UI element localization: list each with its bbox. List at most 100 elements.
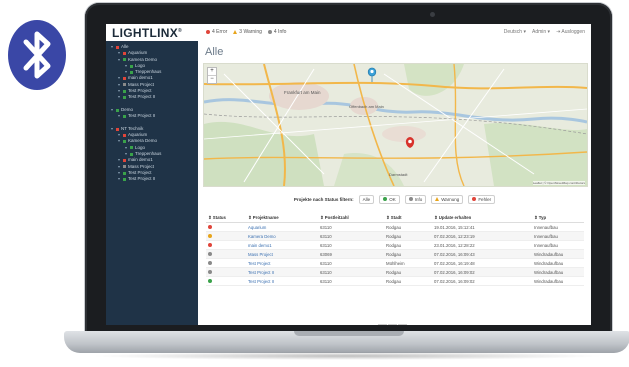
status-dot-icon xyxy=(208,260,212,265)
map-attribution[interactable]: Leaflet | © OpenStreetMap contributors xyxy=(532,181,585,185)
language-select[interactable]: Deutsch ▾ xyxy=(504,29,526,35)
status-dot-icon xyxy=(208,278,212,283)
status-dot-icon xyxy=(208,242,212,247)
map-label-frankfurt: Frankfurt am Main xyxy=(284,90,321,95)
status-cell xyxy=(206,240,246,250)
name-cell[interactable]: Test Project xyxy=(246,258,318,268)
expand-caret-icon[interactable]: ▾ xyxy=(117,176,121,182)
name-cell[interactable]: Test Project II xyxy=(246,267,318,277)
filter-ok[interactable]: OK xyxy=(379,194,400,204)
status-dot-icon xyxy=(208,233,212,238)
type-cell: Windradaufbau xyxy=(532,258,584,268)
project-tree: ▾ Alle ▾ Aquarium ▾ Kamera Demo ▾ Logo ▾ Treppenh… xyxy=(106,41,198,183)
status-square-icon xyxy=(123,51,126,55)
account-menu[interactable]: Admin ▾ xyxy=(532,29,550,35)
updated-cell: 07.02.2016, 12:23:19 xyxy=(432,231,532,241)
table-row[interactable]: Test Project 63110 Mühlheim 07.02.2016, 16:… xyxy=(206,258,584,268)
main-content: Alle Frankfurt am Main Offenbach am Main… xyxy=(198,41,591,325)
status-dot-icon xyxy=(208,269,212,274)
col-updated[interactable]: ⇕ Update erhalten xyxy=(432,213,532,223)
expand-caret-icon[interactable]: ▾ xyxy=(117,94,121,100)
info-count[interactable]: 4 Info xyxy=(267,29,286,35)
city-cell: Mühlheim xyxy=(384,258,432,268)
table-row[interactable]: Test Project II 63110 Rodgau 07.02.2016, 16… xyxy=(206,267,584,277)
col-type[interactable]: ⇕ Typ xyxy=(532,213,584,223)
city-cell: Rodgau xyxy=(384,222,432,232)
info-icon xyxy=(408,197,413,201)
map-tiles[interactable]: Frankfurt am Main Offenbach am Main Darm… xyxy=(204,64,587,186)
user-menu: Deutsch ▾ Admin ▾ ⇥ Ausloggen xyxy=(504,29,585,35)
status-cell xyxy=(206,258,246,268)
error-count[interactable]: 4 Error xyxy=(206,29,227,35)
status-square-icon xyxy=(116,127,119,131)
webcam xyxy=(430,12,435,17)
expand-caret-icon[interactable]: ▾ xyxy=(117,113,121,119)
city-cell: Rodgau xyxy=(384,240,432,250)
updated-cell: 07.02.2016, 16:19:48 xyxy=(432,258,532,268)
name-cell[interactable]: Test Project II xyxy=(246,276,318,286)
table-row[interactable]: Kamera Demo 63110 Rodgau 07.02.2016, 12:23:… xyxy=(206,231,584,241)
zip-cell: 63110 xyxy=(318,231,384,241)
brand-logo[interactable]: LIGHTLINX® xyxy=(112,26,182,40)
updated-cell: 07.02.2016, 16:09:43 xyxy=(432,249,532,259)
name-cell[interactable]: Mass Project xyxy=(246,249,318,259)
table-row[interactable]: Aquarium 63110 Rodgau 19.01.2016, 15:12:41 I… xyxy=(206,222,584,232)
col-status[interactable]: ⇕ Status xyxy=(206,213,246,223)
tree-item-label: Test Project II xyxy=(128,94,156,100)
status-square-icon xyxy=(123,114,126,118)
map-label-offenbach: Offenbach am Main xyxy=(349,104,384,109)
zoom-out-button[interactable]: − xyxy=(208,76,216,83)
table-row[interactable]: Test Project II 63110 Rodgau 07.02.2016, 16… xyxy=(206,276,584,286)
warning-count[interactable]: 3 Warning xyxy=(233,29,262,35)
status-cell xyxy=(206,276,246,286)
col-city[interactable]: ⇕ Stadt xyxy=(384,213,432,223)
laptop-shadow xyxy=(90,352,605,360)
project-table: ⇕ Status ⇕ Projektname ⇕ Postleitzahl ⇕ … xyxy=(206,213,584,286)
status-cell xyxy=(206,222,246,232)
status-square-icon xyxy=(123,89,126,93)
filter-error[interactable]: Fehler xyxy=(468,194,496,204)
status-cell xyxy=(206,231,246,241)
col-zip[interactable]: ⇕ Postleitzahl xyxy=(318,213,384,223)
name-cell[interactable]: main demo1 xyxy=(246,240,318,250)
map-label-darmstadt: Darmstadt xyxy=(389,172,408,177)
error-icon xyxy=(206,30,210,34)
status-square-icon xyxy=(123,58,126,62)
col-name[interactable]: ⇕ Projektname xyxy=(246,213,318,223)
pager-prev[interactable]: « xyxy=(378,324,387,325)
table-row[interactable]: Mass Project 63069 Rodgau 07.02.2016, 16:09… xyxy=(206,249,584,259)
name-cell[interactable]: Aquarium xyxy=(246,222,318,232)
status-square-icon xyxy=(123,96,126,100)
status-square-icon xyxy=(130,70,133,74)
logout-link[interactable]: ⇥ Ausloggen xyxy=(556,29,585,35)
page-title: Alle xyxy=(205,46,224,58)
status-square-icon xyxy=(123,158,126,162)
status-square-icon xyxy=(130,64,133,68)
expand-caret-icon[interactable]: ▾ xyxy=(110,44,114,50)
project-map[interactable]: Frankfurt am Main Offenbach am Main Darm… xyxy=(203,63,588,187)
type-cell: Innenaufbau xyxy=(532,222,584,232)
map-zoom-control: + − xyxy=(207,67,217,84)
pager-page-1[interactable]: 1 xyxy=(388,324,397,325)
pager-next[interactable]: » xyxy=(398,324,407,325)
expand-caret-icon[interactable]: ▾ xyxy=(110,126,114,132)
updated-cell: 19.01.2016, 15:12:41 xyxy=(432,222,532,232)
expand-caret-icon[interactable]: ▾ xyxy=(117,138,121,144)
info-icon xyxy=(267,30,272,34)
status-square-icon xyxy=(123,165,126,169)
filter-info[interactable]: Info xyxy=(404,194,427,204)
zip-cell: 63110 xyxy=(318,276,384,286)
table-row[interactable]: main demo1 63110 Rodgau 23.01.2016, 12:28:2… xyxy=(206,240,584,250)
expand-caret-icon[interactable]: ▾ xyxy=(117,57,121,63)
status-cell xyxy=(206,267,246,277)
filter-all[interactable]: Alle xyxy=(358,194,375,204)
zip-cell: 63110 xyxy=(318,240,384,250)
name-cell[interactable]: Kamera Demo xyxy=(246,231,318,241)
zoom-in-button[interactable]: + xyxy=(208,68,216,76)
filter-warning[interactable]: Warnung xyxy=(431,194,464,204)
updated-cell: 07.02.2016, 16:09:02 xyxy=(432,276,532,286)
expand-caret-icon[interactable]: ▾ xyxy=(110,107,114,113)
type-cell: Innenaufbau xyxy=(532,240,584,250)
tree-item[interactable]: ▾ Test Project II xyxy=(106,176,198,182)
zip-cell: 63110 xyxy=(318,222,384,232)
